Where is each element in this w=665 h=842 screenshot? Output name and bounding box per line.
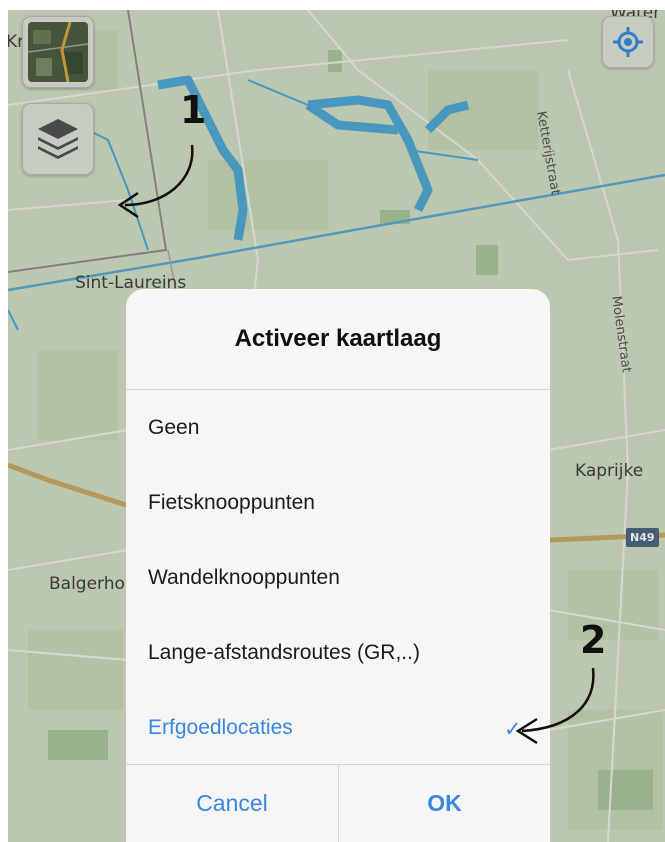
annotation-overlay bbox=[117, 144, 595, 745]
annotation-number-1: 1 bbox=[180, 88, 207, 132]
annotation-number-2: 2 bbox=[580, 618, 607, 662]
